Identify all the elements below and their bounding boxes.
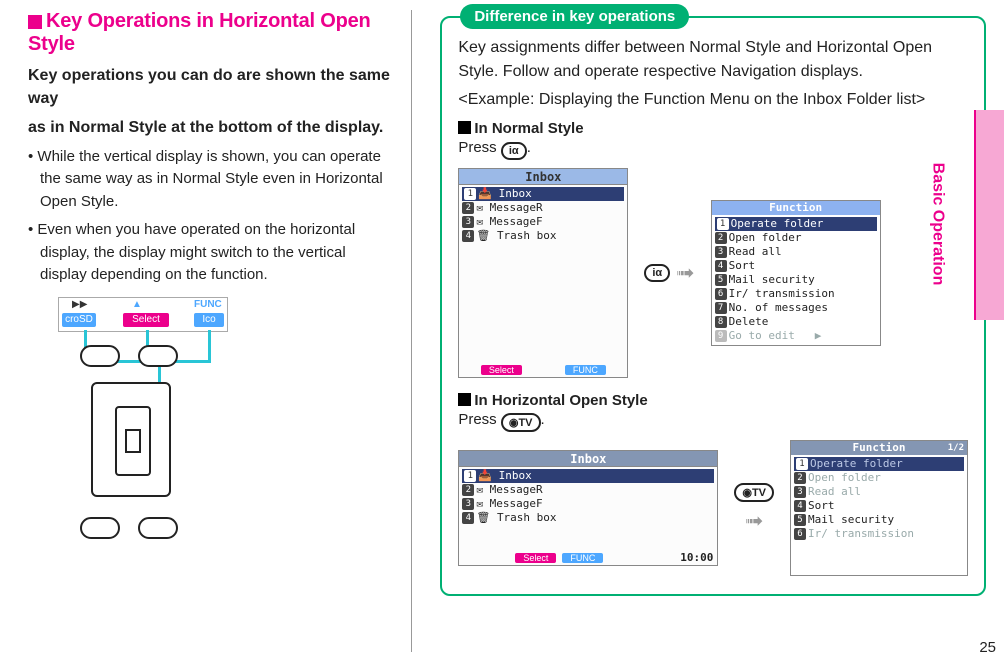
horizontal-press-line: Press ◉TV. xyxy=(458,411,968,432)
phone-key-diagram: ▶▶ ▲ FUNC croSD Select Ico xyxy=(28,297,228,577)
pink-square-icon xyxy=(28,15,42,29)
horizontal-menu-title: Function xyxy=(853,441,906,454)
press-label: Press xyxy=(458,139,496,156)
footer-func: FUNC xyxy=(565,365,606,375)
list-item: Mail security xyxy=(808,513,894,526)
horizontal-menu-title-bar: Function 1/2 xyxy=(791,441,967,455)
callout-intro: Key assignments differ between Normal St… xyxy=(458,36,968,84)
horizontal-heading-text: In Horizontal Open Style xyxy=(474,392,647,409)
list-item: Read all xyxy=(729,245,782,258)
normal-screen-title: Inbox xyxy=(459,169,627,185)
list-item: Trash box xyxy=(497,229,557,242)
callout-box: Difference in key operations Key assignm… xyxy=(440,16,986,596)
black-square-icon xyxy=(458,393,471,406)
left-column: Key Operations in Horizontal Open Style … xyxy=(0,0,411,662)
i-alpha-key-icon: iα xyxy=(501,142,527,160)
section-title: Key Operations in Horizontal Open Style xyxy=(28,10,393,56)
horizontal-screen-title: Inbox xyxy=(459,451,717,467)
chevron-right-icon: ▶ xyxy=(815,329,822,342)
diagram-key-bottom-right xyxy=(138,517,178,539)
normal-menu-title: Function xyxy=(712,201,880,215)
menu-page-indicator: 1/2 xyxy=(948,441,964,455)
footer-select: Select xyxy=(515,553,556,563)
diagram-dpad-center xyxy=(125,429,141,453)
list-item: Delete xyxy=(729,315,769,328)
press-dot: . xyxy=(541,411,545,428)
list-item: Sort xyxy=(808,499,835,512)
bullet-2: • Even when you have operated on the hor… xyxy=(28,219,393,287)
list-item: Open folder xyxy=(729,231,802,244)
horizontal-clock: 10:00 xyxy=(680,551,713,564)
list-item: Inbox xyxy=(499,187,532,200)
list-item: Ir/ transmission xyxy=(808,527,914,540)
lead-line-1: Key operations you can do are shown the … xyxy=(28,64,393,110)
callout-title: Difference in key operations xyxy=(460,4,689,29)
diagram-key-bottom-left xyxy=(80,517,120,539)
horizontal-style-heading: In Horizontal Open Style xyxy=(458,392,968,409)
list-item: Operate folder xyxy=(810,457,903,470)
tv-key-icon: ◉TV xyxy=(501,413,541,432)
press-dot: . xyxy=(527,139,531,156)
list-item: Inbox xyxy=(499,469,532,482)
play-icon: ▶▶ xyxy=(72,299,87,310)
diagram-up-arrow-icon: ▲ xyxy=(132,299,142,310)
tv-key-icon: ◉TV xyxy=(734,483,774,502)
diagram-tab-crosd: croSD xyxy=(62,313,96,327)
list-item: MessageR xyxy=(490,201,543,214)
normal-screen-row: Inbox 1📥 Inbox 2✉ MessageR 3✉ MessageF 4… xyxy=(458,168,968,378)
press-label: Press xyxy=(458,411,496,428)
list-item: MessageR xyxy=(490,483,543,496)
diagram-key-top-right xyxy=(138,345,178,367)
diagram-dpad-outer xyxy=(91,382,171,497)
diagram-select-label: Select xyxy=(123,313,169,327)
list-item: No. of messages xyxy=(729,301,828,314)
horizontal-inbox-screen: Inbox 1📥 Inbox 2✉ MessageR 3✉ MessageF 4… xyxy=(458,450,718,566)
arrow-group: ◉TV ➟ xyxy=(734,483,774,534)
normal-function-menu: Function 1Operate folder 2Open folder 3R… xyxy=(711,200,881,346)
swoosh-arrow-icon: ➟ xyxy=(745,508,763,534)
side-tab: Basic Operation xyxy=(974,110,1004,320)
swoosh-arrow-icon: ➟ xyxy=(676,260,694,286)
horizontal-footer-bar: Select FUNC xyxy=(459,551,717,565)
diagram-key-top-left xyxy=(80,345,120,367)
list-item: Trash box xyxy=(497,511,557,524)
diagram-connector-line xyxy=(208,330,211,360)
list-item: Sort xyxy=(729,259,756,272)
list-item: Ir/ transmission xyxy=(729,287,835,300)
normal-press-line: Press iα. xyxy=(458,139,968,160)
diagram-tab-ico: Ico xyxy=(194,313,224,327)
right-column: Difference in key operations Key assignm… xyxy=(412,0,1004,662)
i-alpha-key-icon: iα xyxy=(644,264,670,282)
side-tab-label: Basic Operation xyxy=(929,163,947,286)
footer-select: Select xyxy=(481,365,522,375)
footer-func: FUNC xyxy=(562,553,603,563)
normal-inbox-list: 1📥 Inbox 2✉ MessageR 3✉ MessageF 4🗑 Tras… xyxy=(459,185,627,245)
diagram-func-label-top: FUNC xyxy=(194,299,222,310)
lead-line-2: as in Normal Style at the bottom of the … xyxy=(28,116,393,139)
example-label: <Example: Displaying the Function Menu o… xyxy=(458,88,968,112)
normal-footer-bar: Select FUNC xyxy=(459,363,627,377)
bullet-2-text: Even when you have operated on the horiz… xyxy=(37,221,355,283)
normal-style-heading: In Normal Style xyxy=(458,120,968,137)
list-item: Read all xyxy=(808,485,861,498)
arrow-group: iα ➟ xyxy=(644,260,694,286)
horizontal-menu-list: 1Operate folder 2Open folder 3Read all 4… xyxy=(791,455,967,543)
list-item: MessageF xyxy=(490,497,543,510)
black-square-icon xyxy=(458,121,471,134)
bullet-1: • While the vertical display is shown, y… xyxy=(28,146,393,214)
normal-inbox-screen: Inbox 1📥 Inbox 2✉ MessageR 3✉ MessageF 4… xyxy=(458,168,628,378)
section-title-text: Key Operations in Horizontal Open Style xyxy=(28,10,371,55)
normal-menu-list: 1Operate folder 2Open folder 3Read all 4… xyxy=(712,215,880,345)
list-item: MessageF xyxy=(490,215,543,228)
bullet-1-text: While the vertical display is shown, you… xyxy=(37,148,382,210)
list-item-disabled: Go to edit xyxy=(729,329,795,342)
horizontal-screen-row: Inbox 1📥 Inbox 2✉ MessageR 3✉ MessageF 4… xyxy=(458,440,968,576)
list-item: Mail security xyxy=(729,273,815,286)
horizontal-inbox-list: 1📥 Inbox 2✉ MessageR 3✉ MessageF 4🗑 Tras… xyxy=(459,467,717,527)
normal-heading-text: In Normal Style xyxy=(474,120,583,137)
page-number: 25 xyxy=(979,639,996,656)
horizontal-function-menu: Function 1/2 1Operate folder 2Open folde… xyxy=(790,440,968,576)
list-item: Operate folder xyxy=(731,217,824,230)
list-item: Open folder xyxy=(808,471,881,484)
